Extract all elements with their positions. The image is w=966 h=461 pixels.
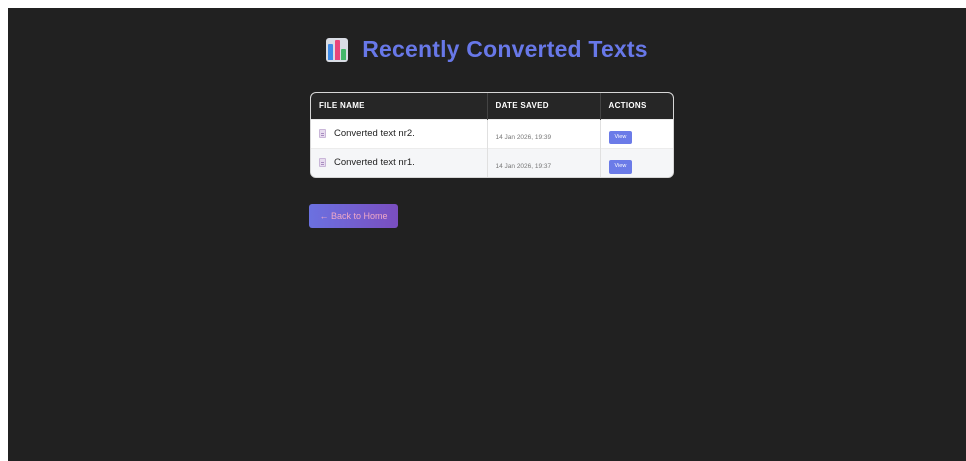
document-icon: [319, 158, 326, 168]
date-saved: 14 Jan 2026, 19:39: [495, 134, 552, 141]
actions-cell: View: [600, 147, 673, 177]
date-saved-cell: 14 Jan 2026, 19:37: [487, 147, 601, 177]
column-header-date-saved: DATE SAVED: [487, 93, 601, 119]
date-saved-cell: 14 Jan 2026, 19:39: [487, 118, 601, 148]
table-row: Converted text nr2. 14 Jan 2026, 19:39 V…: [311, 118, 673, 148]
bar-chart-icon: [326, 37, 349, 62]
column-header-file-name: FILE NAME: [311, 93, 488, 119]
document-icon: [319, 129, 326, 138]
file-name: Converted text nr1.: [334, 157, 415, 169]
actions-cell: View: [600, 118, 673, 148]
column-header-actions: ACTIONS: [608, 101, 647, 111]
converted-texts-table: FILE NAME DATE SAVED ACTIONS Converted t…: [310, 92, 674, 178]
page-viewport: Recently Converted Texts FILE NAME DATE …: [8, 8, 966, 461]
file-name-cell: Converted text nr2.: [311, 118, 488, 148]
table-row: Converted text nr1. 14 Jan 2026, 19:37 V…: [311, 147, 673, 177]
file-name-cell: Converted text nr1.: [311, 147, 488, 177]
view-button[interactable]: View: [608, 130, 633, 145]
back-to-home-button[interactable]: ← Back to Home: [309, 204, 398, 228]
view-button[interactable]: View: [608, 160, 633, 174]
page-heading: Recently Converted Texts: [8, 36, 966, 63]
page-title: Recently Converted Texts: [362, 36, 648, 62]
table-header-row: FILE NAME DATE SAVED ACTIONS: [311, 93, 673, 119]
date-saved: 14 Jan 2026, 19:37: [495, 163, 552, 171]
file-name: Converted text nr2.: [334, 128, 415, 139]
